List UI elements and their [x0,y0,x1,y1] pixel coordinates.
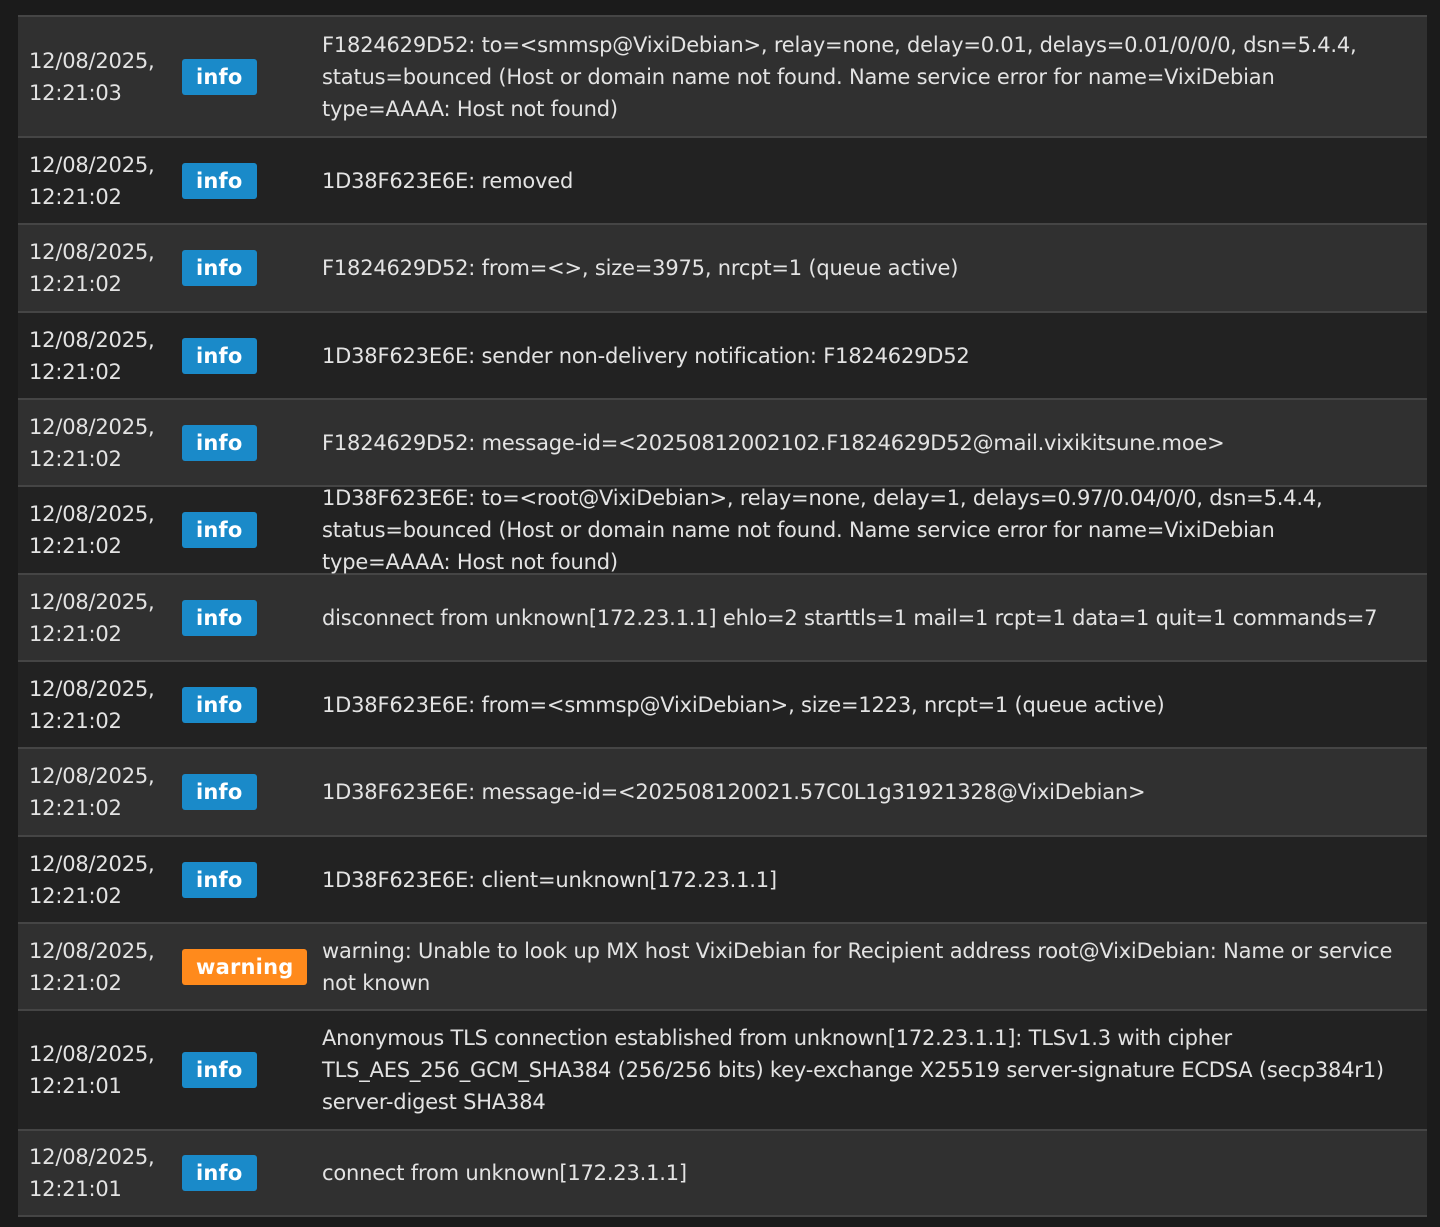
log-message: connect from unknown[172.23.1.1] [322,1161,687,1185]
log-date: 12/08/2025, [29,1042,155,1066]
log-row: 12/08/2025, 12:21:02 info 1D38F623E6E: m… [18,747,1427,835]
level-badge: info [182,599,257,636]
log-timestamp: 12/08/2025, 12:21:02 [18,498,182,562]
log-date: 12/08/2025, [29,938,155,963]
level-badge: info [182,424,257,461]
log-timestamp: 12/08/2025, 12:21:02 [18,848,182,912]
log-row: 12/08/2025, 12:21:03 info F1824629D52: t… [18,15,1427,136]
log-time: 12:21:01 [29,1074,122,1098]
log-message: 1D38F623E6E: to=<root@VixiDebian>, relay… [322,486,1323,574]
log-table: 12/08/2025, 12:21:03 info F1824629D52: t… [18,15,1427,1217]
log-time: 12:21:02 [29,359,122,384]
level-badge: warning [182,948,308,985]
log-row: 12/08/2025, 12:21:02 info disconnect fro… [18,573,1427,660]
log-message: 1D38F623E6E: message-id=<202508120021.57… [322,780,1146,804]
level-badge: info [182,1052,257,1088]
log-time: 12:21:01 [29,1177,122,1201]
log-message: F1824629D52: to=<smmsp@VixiDebian>, rela… [322,32,1357,121]
level-badge: info [182,58,257,95]
log-row: 12/08/2025, 12:21:01 info connect from u… [18,1129,1427,1217]
log-time: 12:21:02 [29,970,122,995]
log-date: 12/08/2025, [29,764,155,788]
log-message: Anonymous TLS connection established fro… [322,1026,1384,1114]
log-time: 12:21:02 [29,534,122,558]
log-date: 12/08/2025, [29,240,155,264]
log-timestamp: 12/08/2025, 12:21:02 [18,236,182,300]
log-date: 12/08/2025, [29,152,155,177]
log-time: 12:21:02 [29,621,122,646]
log-timestamp: 12/08/2025, 12:21:02 [18,149,182,213]
log-message: 1D38F623E6E: sender non-delivery notific… [322,343,970,368]
log-row: 12/08/2025, 12:21:02 info 1D38F623E6E: f… [18,660,1427,747]
log-row: 12/08/2025, 12:21:02 info F1824629D52: m… [18,398,1427,485]
log-time: 12:21:02 [29,883,122,908]
log-row: 12/08/2025, 12:21:02 info 1D38F623E6E: r… [18,136,1427,223]
level-badge: info [182,512,257,548]
log-message: F1824629D52: from=<>, size=3975, nrcpt=1… [322,256,959,280]
log-time: 12:21:02 [29,796,122,820]
log-row: 12/08/2025, 12:21:02 info 1D38F623E6E: s… [18,311,1427,398]
level-badge: info [182,337,257,374]
log-date: 12/08/2025, [29,851,155,876]
level-badge: info [182,250,257,286]
log-date: 12/08/2025, [29,676,155,701]
log-message: 1D38F623E6E: from=<smmsp@VixiDebian>, si… [322,692,1165,717]
log-date: 12/08/2025, [29,502,155,526]
level-badge: info [182,774,257,810]
log-timestamp: 12/08/2025, 12:21:01 [18,1038,182,1102]
log-message: F1824629D52: message-id=<20250812002102.… [322,430,1225,455]
log-date: 12/08/2025, [29,414,155,439]
log-timestamp: 12/08/2025, 12:21:02 [18,586,182,650]
log-time: 12:21:02 [29,272,122,296]
log-message: warning: Unable to look up MX host VixiD… [322,938,1393,995]
log-row: 12/08/2025, 12:21:02 info F1824629D52: f… [18,223,1427,311]
log-row: 12/08/2025, 12:21:02 info 1D38F623E6E: c… [18,835,1427,922]
log-row: 12/08/2025, 12:21:01 info Anonymous TLS … [18,1009,1427,1129]
log-timestamp: 12/08/2025, 12:21:02 [18,673,182,737]
level-badge: info [182,162,257,199]
log-time: 12:21:02 [29,184,122,209]
level-badge: info [182,1155,257,1191]
log-timestamp: 12/08/2025, 12:21:02 [18,324,182,388]
log-timestamp: 12/08/2025, 12:21:02 [18,760,182,824]
log-date: 12/08/2025, [29,48,155,73]
log-row: 12/08/2025, 12:21:02 warning warning: Un… [18,922,1427,1009]
log-date: 12/08/2025, [29,327,155,352]
log-message: 1D38F623E6E: client=unknown[172.23.1.1] [322,867,777,892]
log-time: 12:21:03 [29,80,122,105]
log-time: 12:21:02 [29,708,122,733]
log-row: 12/08/2025, 12:21:02 info 1D38F623E6E: t… [18,485,1427,574]
log-message: 1D38F623E6E: removed [322,168,574,193]
log-timestamp: 12/08/2025, 12:21:02 [18,411,182,475]
level-badge: info [182,686,257,723]
log-date: 12/08/2025, [29,1145,155,1169]
log-timestamp: 12/08/2025, 12:21:02 [18,935,182,999]
log-timestamp: 12/08/2025, 12:21:01 [18,1141,182,1205]
level-badge: info [182,861,257,898]
log-time: 12:21:02 [29,446,122,471]
log-timestamp: 12/08/2025, 12:21:03 [18,45,182,109]
log-message: disconnect from unknown[172.23.1.1] ehlo… [322,605,1378,630]
log-date: 12/08/2025, [29,589,155,614]
